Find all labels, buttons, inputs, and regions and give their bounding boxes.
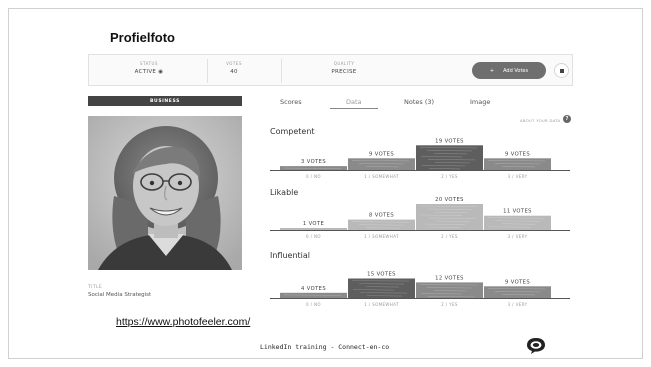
category-tick-label: 2 / YES bbox=[441, 302, 458, 307]
category-tick-label: 0 / NO bbox=[306, 174, 321, 179]
votes-stat: VOTES 40 bbox=[214, 61, 254, 75]
tab-image[interactable]: Image bbox=[470, 98, 490, 106]
category-tick-label: 1 / SOMEWHAT bbox=[364, 302, 399, 307]
tab-data[interactable]: Data bbox=[346, 98, 362, 106]
tab-scores[interactable]: Scores bbox=[280, 98, 302, 106]
bar bbox=[484, 158, 551, 170]
trait-title-influential: Influential bbox=[270, 251, 311, 260]
quality-label: QUALITY bbox=[333, 61, 355, 66]
votes-value: 40 bbox=[230, 69, 238, 75]
stop-button[interactable] bbox=[554, 63, 569, 78]
photofeeler-link[interactable]: https://www.photofeeler.com/ bbox=[116, 316, 250, 328]
category-badge: BUSINESS bbox=[88, 96, 242, 106]
title-value: Social Media Strategist bbox=[88, 292, 152, 298]
category-tick-label: 2 / YES bbox=[441, 174, 458, 179]
bar-value-label: 11 VOTES bbox=[503, 209, 532, 215]
bar-value-label: 9 VOTES bbox=[369, 151, 394, 157]
bar bbox=[348, 158, 415, 170]
stop-icon bbox=[559, 68, 564, 73]
add-votes-label: Add Votes bbox=[503, 67, 529, 74]
bar bbox=[348, 278, 415, 298]
bar-value-label: 15 VOTES bbox=[367, 272, 396, 278]
quality-stat: QUALITY PRECISE bbox=[319, 61, 369, 75]
category-tick-label: 0 / NO bbox=[306, 234, 321, 239]
footer-text: LinkedIn training - Connect-en-co bbox=[260, 343, 390, 351]
trait-title-competent: Competent bbox=[270, 127, 315, 136]
stat-divider bbox=[281, 59, 282, 83]
about-your-data-link[interactable]: ABOUT YOUR DATA bbox=[520, 118, 560, 123]
profile-photo bbox=[88, 116, 242, 270]
bar bbox=[416, 204, 483, 230]
category-tick-label: 1 / SOMEWHAT bbox=[364, 234, 399, 239]
bar-value-label: 4 VOTES bbox=[301, 286, 326, 292]
category-tick-label: 2 / YES bbox=[441, 234, 458, 239]
status-stat: STATUS ACTIVE ◉ bbox=[119, 61, 179, 75]
quality-value: PRECISE bbox=[331, 69, 357, 75]
bar-value-label: 19 VOTES bbox=[435, 138, 464, 144]
category-tick-label: 0 / NO bbox=[306, 302, 321, 307]
chart-likable: 1 VOTE 0 / NO 8 VOTES 1 / SOMEWHAT 20 VOTES 2… bbox=[270, 197, 570, 239]
title-label: TITLE bbox=[88, 285, 103, 290]
chart-competent: 3 VOTES 0 / NO 9 VOTES 1 / SOMEWHAT 19 VOTES… bbox=[270, 138, 570, 179]
bar bbox=[484, 286, 551, 298]
status-value: ACTIVE ◉ bbox=[134, 69, 164, 75]
bar-value-label: 3 VOTES bbox=[301, 159, 326, 165]
slide-title: Profielfoto bbox=[110, 30, 175, 45]
category-tick-label: 1 / SOMEWHAT bbox=[364, 174, 399, 179]
speech-bubble-logo-icon bbox=[526, 336, 546, 359]
bar-value-label: 1 VOTE bbox=[303, 221, 324, 227]
status-label: STATUS bbox=[139, 61, 158, 66]
tab-bar: Scores Data Notes (3) Image bbox=[268, 96, 572, 110]
plus-icon: + bbox=[489, 67, 495, 74]
bar-value-label: 9 VOTES bbox=[505, 279, 530, 285]
votes-label: VOTES bbox=[226, 61, 242, 66]
category-tick-label: 3 / VERY bbox=[508, 302, 528, 307]
bar-value-label: 12 VOTES bbox=[435, 275, 464, 281]
help-icon[interactable]: ? bbox=[563, 115, 571, 123]
category-tick-label: 3 / VERY bbox=[508, 234, 528, 239]
category-tick-label: 3 / VERY bbox=[508, 174, 528, 179]
add-votes-button[interactable]: + Add Votes bbox=[472, 62, 546, 79]
stats-bar: STATUS ACTIVE ◉ VOTES 40 QUALITY PRECISE… bbox=[88, 54, 573, 86]
bar-value-label: 8 VOTES bbox=[369, 213, 394, 219]
bar-value-label: 9 VOTES bbox=[505, 151, 530, 157]
chart-influential: 4 VOTES 0 / NO 15 VOTES 1 / SOMEWHAT 12 VOTE… bbox=[270, 272, 570, 307]
stat-divider bbox=[207, 59, 208, 83]
bar bbox=[416, 145, 483, 170]
bar-value-label: 20 VOTES bbox=[435, 197, 464, 203]
active-tab-indicator bbox=[330, 108, 378, 109]
tab-notes[interactable]: Notes (3) bbox=[404, 98, 434, 106]
bar bbox=[280, 228, 347, 230]
